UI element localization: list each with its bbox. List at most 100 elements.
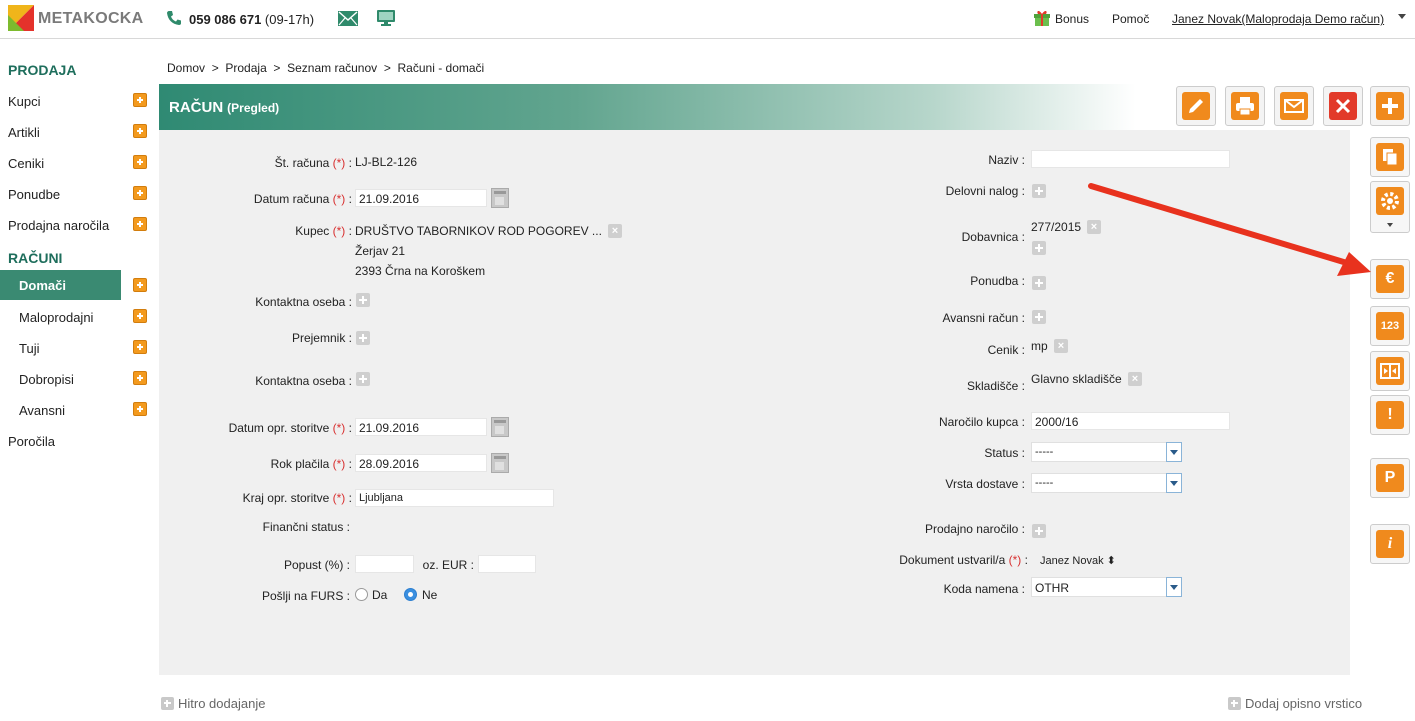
due-date-field[interactable]: 28.09.2016 (355, 454, 487, 472)
sidebar-item-artikli[interactable]: Artikli (0, 117, 150, 147)
delete-button[interactable] (1323, 86, 1363, 126)
bonus-link[interactable]: Bonus (1055, 12, 1089, 26)
warning-button[interactable]: ! (1370, 395, 1410, 435)
naziv-field[interactable] (1031, 150, 1230, 168)
sidebar-item-porocila[interactable]: Poročila (0, 426, 150, 456)
parking-icon: P (1376, 464, 1404, 492)
delivery-note-value[interactable]: 277/2015 (1031, 220, 1081, 234)
plus-icon[interactable] (161, 697, 174, 710)
chevron-down-icon[interactable] (1398, 14, 1406, 19)
invoice-date-field[interactable]: 21.09.2016 (355, 189, 487, 207)
add-tuji-icon[interactable] (133, 340, 147, 354)
copy-button[interactable] (1370, 137, 1410, 177)
customer-order-field[interactable]: 2000/16 (1031, 412, 1230, 430)
add-offer-icon[interactable] (1032, 276, 1046, 290)
status-select[interactable]: ----- (1031, 442, 1167, 462)
copy-icon (1376, 143, 1404, 171)
sidebar-item-kupci[interactable]: Kupci (0, 86, 150, 116)
service-date-field[interactable]: 21.09.2016 (355, 418, 487, 436)
discount-percent-field[interactable] (355, 555, 414, 573)
calendar-icon[interactable] (491, 453, 509, 473)
chevron-down-icon[interactable] (1166, 473, 1182, 493)
add-contact-2-icon[interactable] (356, 372, 370, 386)
parking-button[interactable]: P (1370, 458, 1410, 498)
furs-da-radio[interactable] (355, 588, 368, 601)
sidebar-item-tuji[interactable]: Tuji (0, 333, 150, 363)
delivery-type-select[interactable]: ----- (1031, 473, 1167, 493)
add-maloprodajni-icon[interactable] (133, 309, 147, 323)
breadcrumb-item[interactable]: Domov (167, 61, 205, 75)
add-artikli-icon[interactable] (133, 124, 147, 138)
remove-warehouse-icon[interactable]: × (1128, 372, 1142, 386)
label-prodajno-narocilo: Prodajno naročilo : (924, 522, 1025, 536)
purpose-code-select[interactable]: OTHR (1031, 577, 1167, 597)
price-list-value[interactable]: mp (1031, 339, 1048, 353)
service-place-field[interactable]: Ljubljana (355, 489, 554, 507)
breadcrumb-item[interactable]: Seznam računov (287, 61, 377, 75)
furs-ne-label: Ne (422, 588, 438, 602)
add-domaci-icon[interactable] (133, 278, 147, 292)
sidebar-item-domaci[interactable]: Domači (0, 270, 121, 300)
add-avansni-icon[interactable] (133, 402, 147, 416)
breadcrumb-item[interactable]: Prodaja (225, 61, 266, 75)
chevron-down-icon[interactable] (1166, 442, 1182, 462)
logo-text: METAKOCKA (38, 10, 144, 27)
sidebar-item-prodajna-narocila[interactable]: Prodajna naročila (0, 210, 150, 240)
warehouse-value[interactable]: Glavno skladišče (1031, 372, 1122, 386)
add-kupci-icon[interactable] (133, 93, 147, 107)
help-link[interactable]: Pomoč (1112, 12, 1149, 26)
label-dokument-ustvaril: Dokument ustvaril/a (*) : (899, 553, 1028, 567)
discount-eur-field[interactable] (478, 555, 536, 573)
add-ceniki-icon[interactable] (133, 155, 147, 169)
remove-price-list-icon[interactable]: × (1054, 339, 1068, 353)
new-button[interactable] (1370, 86, 1410, 126)
print-button[interactable] (1225, 86, 1265, 126)
label-delovni-nalog: Delovni nalog : (945, 184, 1025, 198)
chevron-down-icon[interactable] (1166, 577, 1182, 597)
plus-icon[interactable] (1228, 697, 1241, 710)
sidebar-item-ponudbe[interactable]: Ponudbe (0, 179, 150, 209)
add-recipient-icon[interactable] (356, 331, 370, 345)
info-button[interactable]: i (1370, 524, 1410, 564)
calendar-icon[interactable] (491, 417, 509, 437)
sidebar-item-maloprodajni[interactable]: Maloprodajni (0, 302, 150, 332)
sidebar-item-dobropisi[interactable]: Dobropisi (0, 364, 150, 394)
sidebar-item-avansni[interactable]: Avansni (0, 395, 150, 425)
user-menu[interactable]: Janez Novak(Maloprodaja Demo račun) (1172, 12, 1384, 26)
furs-ne-radio[interactable] (404, 588, 417, 601)
logo-icon (8, 5, 34, 31)
sidebar-item-ceniki[interactable]: Ceniki (0, 148, 150, 178)
label-kupec: Kupec (*) : (295, 224, 352, 238)
phone-icon (167, 11, 181, 25)
numbering-button[interactable]: 123 (1370, 306, 1410, 346)
label-furs: Pošlji na FURS : (261, 589, 350, 603)
remote-support-icon[interactable] (377, 10, 395, 26)
add-description-line-link[interactable]: Dodaj opisno vrstico (1245, 696, 1362, 711)
add-contact-icon[interactable] (356, 293, 370, 307)
label-naziv: Naziv : (988, 153, 1025, 167)
add-sales-order-icon[interactable] (1032, 524, 1046, 538)
customer-name[interactable]: DRUŠTVO TABORNIKOV ROD POGOREV ... (355, 224, 602, 238)
created-by-select[interactable]: Janez Novak ⬍ (1040, 554, 1116, 567)
warning-icon: ! (1376, 401, 1404, 429)
label-avansni-racun: Avansni račun : (942, 311, 1026, 325)
add-prodajna-narocila-icon[interactable] (133, 217, 147, 231)
envelope-icon (1280, 92, 1308, 120)
quick-add-link[interactable]: Hitro dodajanje (178, 696, 265, 711)
calendar-icon[interactable] (491, 188, 509, 208)
split-button[interactable] (1370, 351, 1410, 391)
add-ponudbe-icon[interactable] (133, 186, 147, 200)
email-button[interactable] (1274, 86, 1314, 126)
settings-button[interactable] (1370, 181, 1410, 233)
payment-button[interactable]: € (1370, 259, 1410, 299)
remove-customer-icon[interactable]: × (608, 224, 622, 238)
close-icon (1329, 92, 1357, 120)
edit-button[interactable] (1176, 86, 1216, 126)
chevron-down-icon[interactable] (1387, 223, 1393, 227)
add-delivery-note-icon[interactable] (1032, 241, 1046, 255)
label-financni-status: Finančni status : (262, 520, 350, 534)
mail-icon[interactable] (338, 11, 358, 26)
add-dobropisi-icon[interactable] (133, 371, 147, 385)
add-work-order-icon[interactable] (1032, 184, 1046, 198)
add-advance-invoice-icon[interactable] (1032, 310, 1046, 324)
